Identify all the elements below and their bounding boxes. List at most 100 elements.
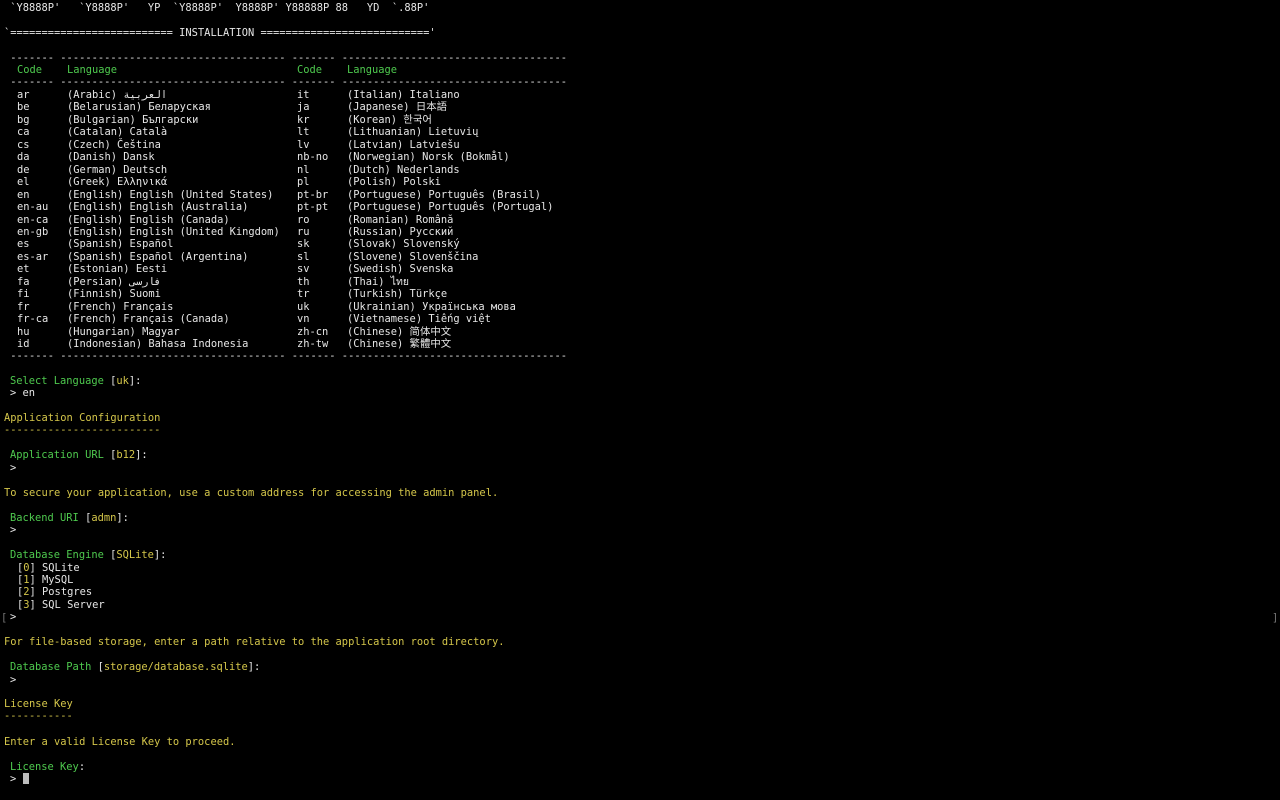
table-cell-language-left: (Hungarian) Magyar (67, 325, 180, 338)
table-rule-header: ------- --------------------------------… (4, 76, 568, 88)
table-cell-code-left: es-ar (17, 250, 49, 263)
table-cell-language-left: (English) English (Canada) (67, 213, 230, 226)
col-language-2: Language (347, 64, 398, 76)
col-language-1: Language (67, 64, 118, 76)
app-url-label: Application URL (10, 449, 104, 461)
table-cell-code-left: de (17, 163, 30, 176)
table-cell-language-right: (Thai) ไทย (347, 275, 409, 288)
table-cell-language-right: (Swedish) Svenska (347, 263, 454, 276)
select-language-label: Select Language (10, 375, 104, 387)
table-cell-code-left: be (17, 101, 30, 114)
app-url-prompt: Application URL [b12]: (10, 449, 148, 461)
table-cell-code-right: pt-pt (297, 201, 329, 214)
db-engine-option[interactable]: [0] SQLite (17, 562, 80, 574)
table-cell-language-left: (English) English (United States) (67, 188, 274, 201)
table-cell-code-left: fi (17, 288, 30, 301)
backend-uri-label: Backend URI (10, 512, 79, 524)
ascii-banner-tail: `Y8888P' `Y8888P' YP `Y8888P' Y8888P' Y8… (4, 2, 430, 14)
table-cell-code-right: pl (297, 176, 310, 189)
table-cell-language-right: (Italian) Italiano (347, 89, 460, 101)
terminal-window[interactable]: `Y8888P' `Y8888P' YP `Y8888P' Y8888P' Y8… (0, 0, 1280, 800)
table-cell-code-right: ru (297, 225, 310, 238)
license-heading: License Key (4, 698, 73, 710)
table-cell-code-right: uk (297, 300, 310, 313)
table-cell-language-left: (Danish) Dansk (67, 151, 155, 164)
app-url-input[interactable]: > (10, 462, 23, 474)
table-cell-language-left: (Estonian) Eesti (67, 263, 168, 276)
table-cell-code-left: hu (17, 325, 30, 338)
table-cell-language-left: (Catalan) Català (67, 126, 168, 139)
db-engine-option[interactable]: [3] SQL Server (17, 599, 105, 611)
table-cell-language-right: (Portuguese) Português (Portugal) (347, 201, 554, 214)
secure-note: To secure your application, use a custom… (4, 487, 499, 499)
col-code-1: Code (17, 64, 43, 76)
table-cell-code-right: nl (297, 163, 310, 176)
table-cell-language-left: (Persian) فارسی (67, 275, 161, 288)
table-cell-code-right: sl (297, 250, 310, 263)
table-cell-language-left: (Indonesian) Bahasa Indonesia (67, 338, 249, 350)
backend-uri-default: admn (91, 512, 117, 524)
table-cell-code-left: en (17, 188, 30, 201)
table-rule-bottom: ------- --------------------------------… (4, 350, 568, 362)
license-input[interactable]: > (10, 773, 29, 785)
table-cell-language-left: (English) English (United Kingdom) (67, 225, 280, 238)
app-url-default: b12 (116, 449, 136, 461)
table-cell-code-right: sv (297, 263, 310, 276)
table-cell-code-left: ca (17, 126, 30, 139)
table-cell-language-right: (Latvian) Latviešu (347, 138, 460, 151)
table-cell-code-right: zh-cn (297, 325, 329, 338)
select-language-value: en (22, 387, 36, 399)
select-language-input[interactable]: > en (10, 387, 35, 399)
table-cell-code-right: zh-tw (297, 338, 329, 350)
table-cell-language-left: (Arabic) العربية (67, 89, 168, 101)
table-cell-code-right: it (297, 89, 310, 101)
select-language-default: uk (116, 375, 129, 387)
table-cell-code-left: en-ca (17, 213, 49, 226)
table-cell-language-right: (Dutch) Nederlands (347, 163, 460, 176)
db-engine-option[interactable]: [2] Postgres (17, 586, 92, 598)
table-cell-code-right: ja (297, 101, 310, 114)
table-cell-code-right: tr (297, 288, 310, 301)
table-cell-code-right: lt (297, 126, 310, 139)
table-cell-language-right: (Slovene) Slovenščina (347, 250, 479, 263)
table-cell-code-right: kr (297, 113, 310, 126)
table-cell-code-left: bg (17, 113, 30, 126)
select-language-prompt: Select Language [uk]: (10, 375, 142, 387)
table-cell-code-left: es (17, 238, 30, 251)
table-cell-code-left: fa (17, 275, 30, 288)
table-cell-language-right: (Japanese) 日本語 (347, 101, 447, 114)
table-cell-code-left: ar (17, 89, 30, 101)
table-cell-code-left: fr (17, 300, 30, 313)
table-cell-language-left: (French) Français (Canada) (67, 313, 230, 326)
table-cell-code-right: vn (297, 313, 310, 326)
backend-uri-prompt: Backend URI [admn]: (10, 512, 129, 524)
db-engine-option[interactable]: [1] MySQL (17, 574, 73, 586)
table-cell-language-right: (Lithuanian) Lietuvių (347, 126, 479, 139)
table-cell-code-left: cs (17, 138, 30, 151)
table-cell-code-right: ro (297, 213, 310, 226)
table-cell-code-left: id (17, 338, 30, 350)
table-cell-code-left: da (17, 151, 30, 164)
backend-uri-input[interactable]: > (10, 524, 23, 536)
db-engine-input[interactable]: > (10, 611, 23, 623)
license-note: Enter a valid License Key to proceed. (4, 736, 236, 748)
table-cell-language-right: (Romanian) Română (347, 213, 454, 226)
db-engine-default: SQLite (116, 549, 154, 561)
table-cell-language-right: (Chinese) 繁體中文 (347, 338, 452, 350)
table-cell-code-left: en-gb (17, 225, 49, 238)
table-cell-language-left: (French) Français (67, 300, 174, 313)
db-path-input[interactable]: > (10, 674, 23, 686)
db-path-label: Database Path (10, 661, 92, 673)
table-cell-language-right: (Turkish) Türkçe (347, 288, 448, 301)
table-cell-language-right: (Russian) Русский (347, 225, 454, 238)
db-engine-label: Database Engine (10, 549, 104, 561)
file-storage-note: For file-based storage, enter a path rel… (4, 636, 505, 648)
table-cell-language-right: (Norwegian) Norsk (Bokmål) (347, 151, 510, 164)
table-cell-language-right: (Portuguese) Português (Brasil) (347, 188, 541, 201)
table-cell-language-right: (Korean) 한국어 (347, 113, 432, 126)
table-cell-code-left: fr-ca (17, 313, 49, 326)
license-prompt: License Key: (10, 761, 86, 773)
table-cell-language-left: (Spanish) Español (67, 238, 174, 251)
db-path-prompt: Database Path [storage/database.sqlite]: (10, 661, 261, 673)
table-cell-code-left: en-au (17, 201, 49, 214)
